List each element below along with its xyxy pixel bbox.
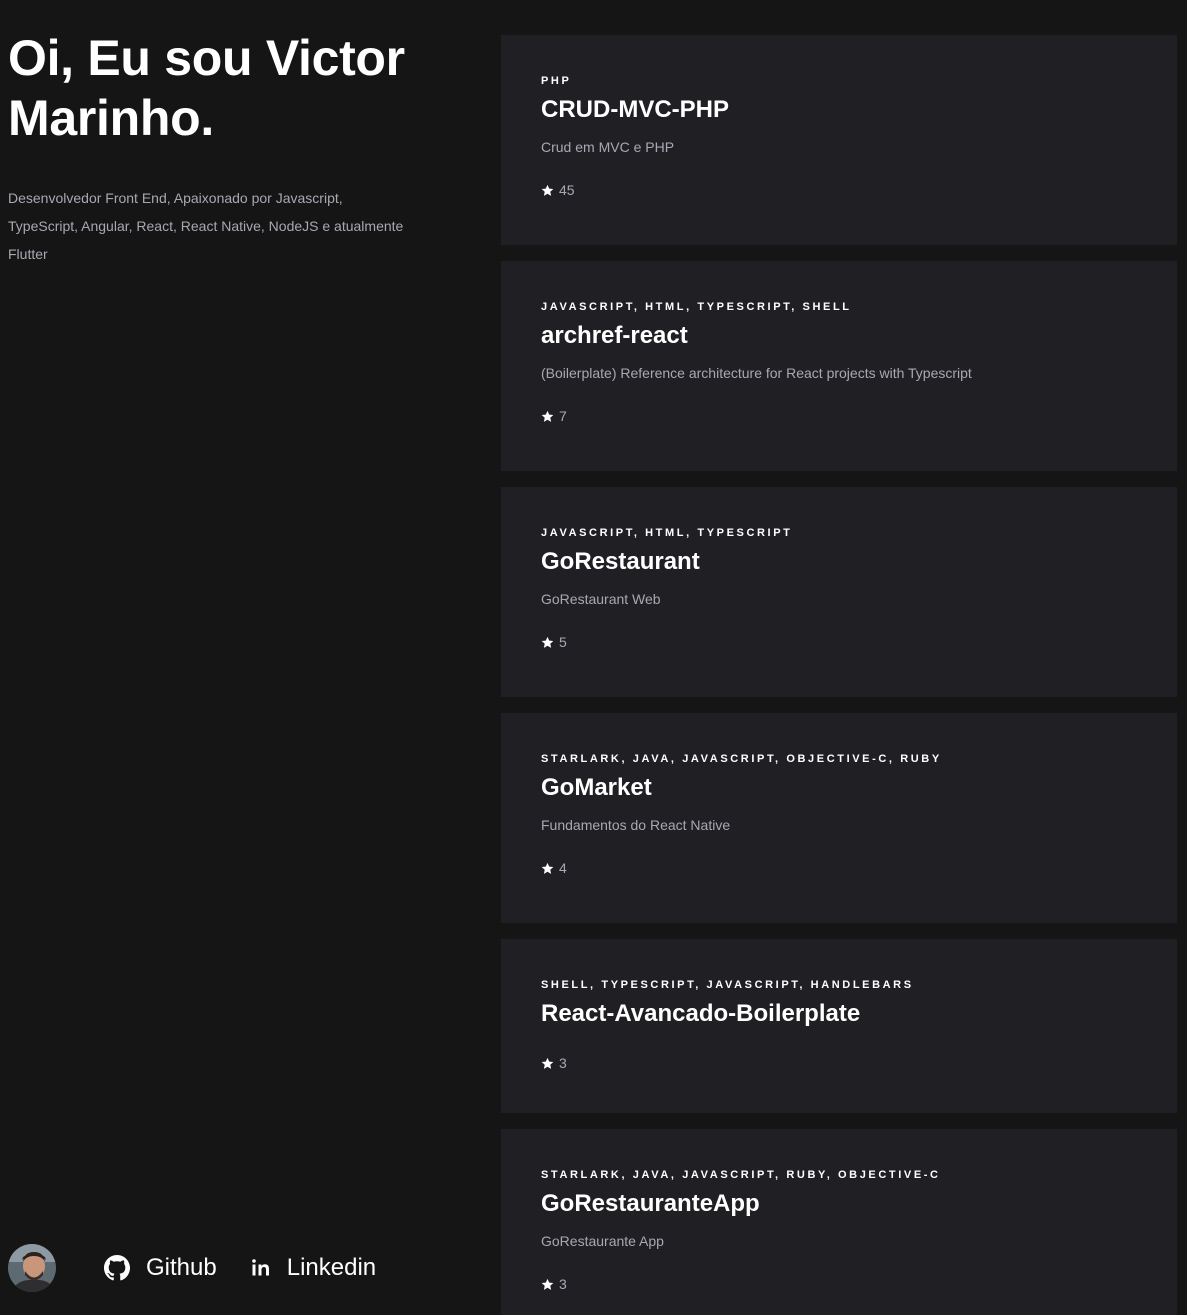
star-count: 7 [541, 408, 1137, 424]
star-count-value: 7 [559, 408, 567, 424]
github-link[interactable]: Github [104, 1254, 217, 1282]
star-count: 5 [541, 634, 1137, 650]
github-label: Github [146, 1254, 217, 1281]
repository-name: React-Avancado-Boilerplate [541, 1000, 861, 1027]
github-icon [104, 1255, 130, 1281]
star-icon [541, 1057, 554, 1069]
star-count: 3 [541, 1276, 1137, 1292]
repository-languages: STARLARK, JAVA, JAVASCRIPT, OBJECTIVE-C,… [541, 753, 942, 765]
repository-description: Fundamentos do React Native [541, 817, 731, 833]
bio-text: Desenvolvedor Front End, Apaixonado por … [8, 190, 404, 262]
repository-languages: STARLARK, JAVA, JAVASCRIPT, RUBY, OBJECT… [541, 1169, 941, 1181]
repository-name: archref-react [541, 322, 688, 349]
repository-list: PHP CRUD-MVC-PHP Crud em MVC e PHP 45 JA… [501, 35, 1177, 1315]
repository-name: CRUD-MVC-PHP [541, 96, 729, 123]
star-icon [541, 410, 554, 422]
star-icon [541, 636, 554, 648]
repository-card[interactable]: STARLARK, JAVA, JAVASCRIPT, RUBY, OBJECT… [501, 1129, 1177, 1315]
avatar [8, 1244, 56, 1292]
repository-description: GoRestaurant Web [541, 591, 661, 607]
star-count-value: 3 [559, 1276, 567, 1292]
repository-card[interactable]: SHELL, TYPESCRIPT, JAVASCRIPT, HANDLEBAR… [501, 939, 1177, 1113]
repository-languages: JAVASCRIPT, HTML, TYPESCRIPT [541, 527, 793, 539]
linkedin-icon [251, 1258, 271, 1278]
repository-card[interactable]: PHP CRUD-MVC-PHP Crud em MVC e PHP 45 [501, 35, 1177, 245]
intro-section: Oi, Eu sou Victor Marinho. Desenvolvedor… [8, 28, 438, 268]
repository-description: GoRestaurante App [541, 1233, 664, 1249]
star-count: 4 [541, 860, 1137, 876]
portfolio-page: Oi, Eu sou Victor Marinho. Desenvolvedor… [0, 0, 1187, 1315]
star-icon [541, 862, 554, 874]
repository-name: GoRestauranteApp [541, 1190, 760, 1217]
repository-languages: PHP [541, 75, 572, 87]
repository-description: (Boilerplate) Reference architecture for… [541, 365, 972, 381]
page-title: Oi, Eu sou Victor Marinho. [8, 30, 405, 146]
star-count-value: 4 [559, 860, 567, 876]
repository-languages: JAVASCRIPT, HTML, TYPESCRIPT, SHELL [541, 301, 852, 313]
star-count-value: 5 [559, 634, 567, 650]
star-count-value: 45 [559, 182, 575, 198]
star-icon [541, 184, 554, 196]
linkedin-link[interactable]: Linkedin [251, 1254, 376, 1282]
star-count: 3 [541, 1055, 1137, 1071]
social-footer: Github Linkedin [8, 1244, 376, 1292]
repository-name: GoRestaurant [541, 548, 700, 575]
repository-languages: SHELL, TYPESCRIPT, JAVASCRIPT, HANDLEBAR… [541, 979, 914, 991]
user-avatar-icon [8, 1244, 56, 1292]
star-count: 45 [541, 182, 1137, 198]
linkedin-label: Linkedin [286, 1254, 377, 1281]
repository-name: GoMarket [541, 774, 652, 801]
star-count-value: 3 [559, 1055, 567, 1071]
star-icon [541, 1278, 554, 1290]
repository-card[interactable]: JAVASCRIPT, HTML, TYPESCRIPT, SHELL arch… [501, 261, 1177, 471]
repository-card[interactable]: STARLARK, JAVA, JAVASCRIPT, OBJECTIVE-C,… [501, 713, 1177, 923]
repository-description: Crud em MVC e PHP [541, 139, 675, 155]
repository-card[interactable]: JAVASCRIPT, HTML, TYPESCRIPT GoRestauran… [501, 487, 1177, 697]
